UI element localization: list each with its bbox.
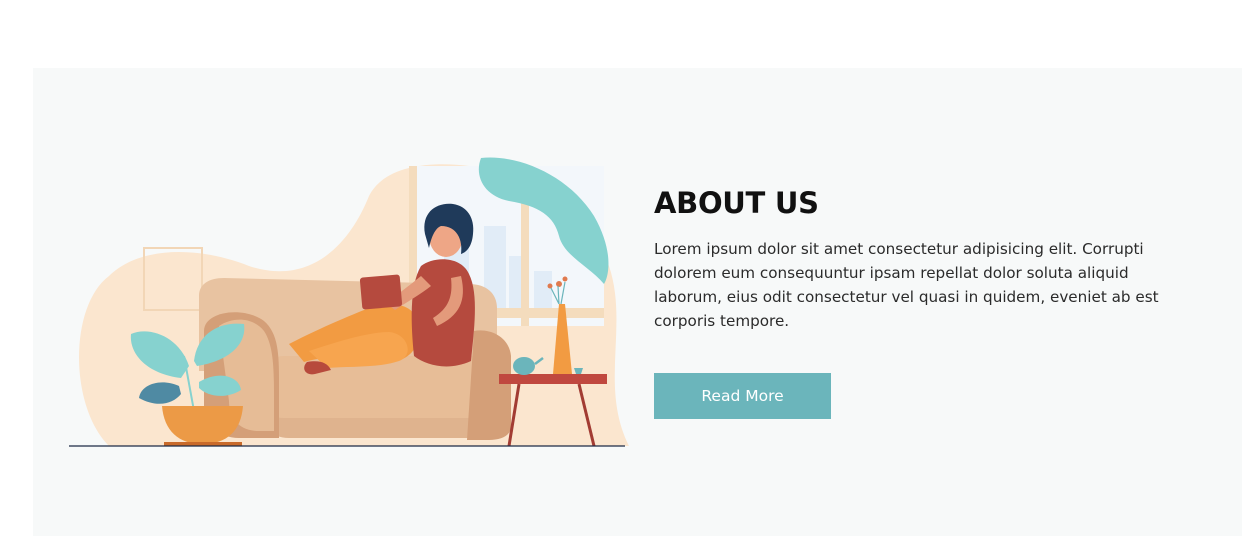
about-content: ABOUT US Lorem ipsum dolor sit amet cons… (654, 186, 1194, 419)
woman-on-sofa-illustration (69, 156, 629, 452)
about-heading: ABOUT US (654, 186, 819, 220)
tablet-device (359, 274, 403, 310)
about-paragraph: Lorem ipsum dolor sit amet consectetur a… (654, 239, 1159, 330)
about-section: ABOUT US Lorem ipsum dolor sit amet cons… (33, 68, 1242, 536)
read-more-button[interactable]: Read More (654, 373, 831, 419)
